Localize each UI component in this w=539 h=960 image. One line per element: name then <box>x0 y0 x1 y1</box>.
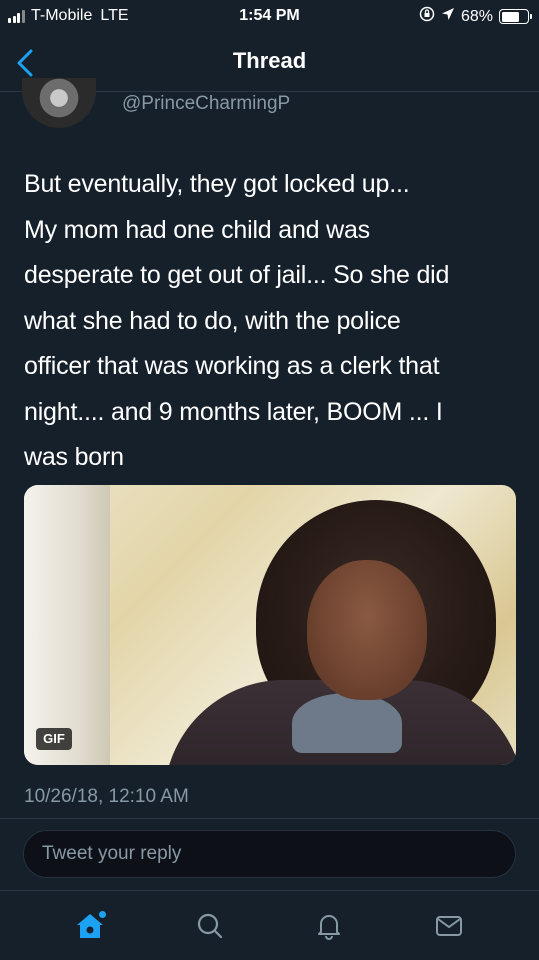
media-curtain <box>24 485 110 765</box>
media-figure-face <box>307 560 427 700</box>
search-icon <box>197 913 222 938</box>
gif-badge: GIF <box>36 728 72 750</box>
thread-screen: T-Mobile LTE 1:54 PM 68% Thread @PrinceC… <box>0 0 539 960</box>
tweet-timestamp: 10/26/18, 12:10 AM <box>24 786 189 807</box>
reply-input[interactable]: Tweet your reply <box>23 830 516 878</box>
battery-level <box>501 11 519 22</box>
status-bar: T-Mobile LTE 1:54 PM 68% <box>0 0 539 34</box>
tweet-text: But eventually, they got locked up... My… <box>24 170 450 471</box>
tab-bar <box>0 890 539 960</box>
tweet-media-gif[interactable]: GIF <box>24 485 516 765</box>
tab-messages[interactable] <box>419 901 479 951</box>
battery-icon <box>499 9 532 24</box>
tweet-author[interactable]: @PrinceCharmingP <box>22 78 522 132</box>
envelope-icon <box>436 915 463 936</box>
media-figure-collar <box>292 693 402 753</box>
author-handle[interactable]: @PrinceCharmingP <box>122 93 290 115</box>
tab-search[interactable] <box>180 901 240 951</box>
page-title: Thread <box>232 48 307 73</box>
location-arrow-icon <box>441 7 455 26</box>
lock-rotation-icon <box>419 6 435 27</box>
new-content-dot <box>98 910 106 918</box>
tab-home[interactable] <box>60 901 120 951</box>
tab-notifications[interactable] <box>299 901 359 951</box>
bell-icon <box>318 914 341 940</box>
battery-percent: 68% <box>460 7 493 25</box>
reply-bar: Tweet your reply <box>0 818 539 890</box>
status-right: 68% <box>419 6 532 27</box>
avatar[interactable] <box>22 78 96 128</box>
